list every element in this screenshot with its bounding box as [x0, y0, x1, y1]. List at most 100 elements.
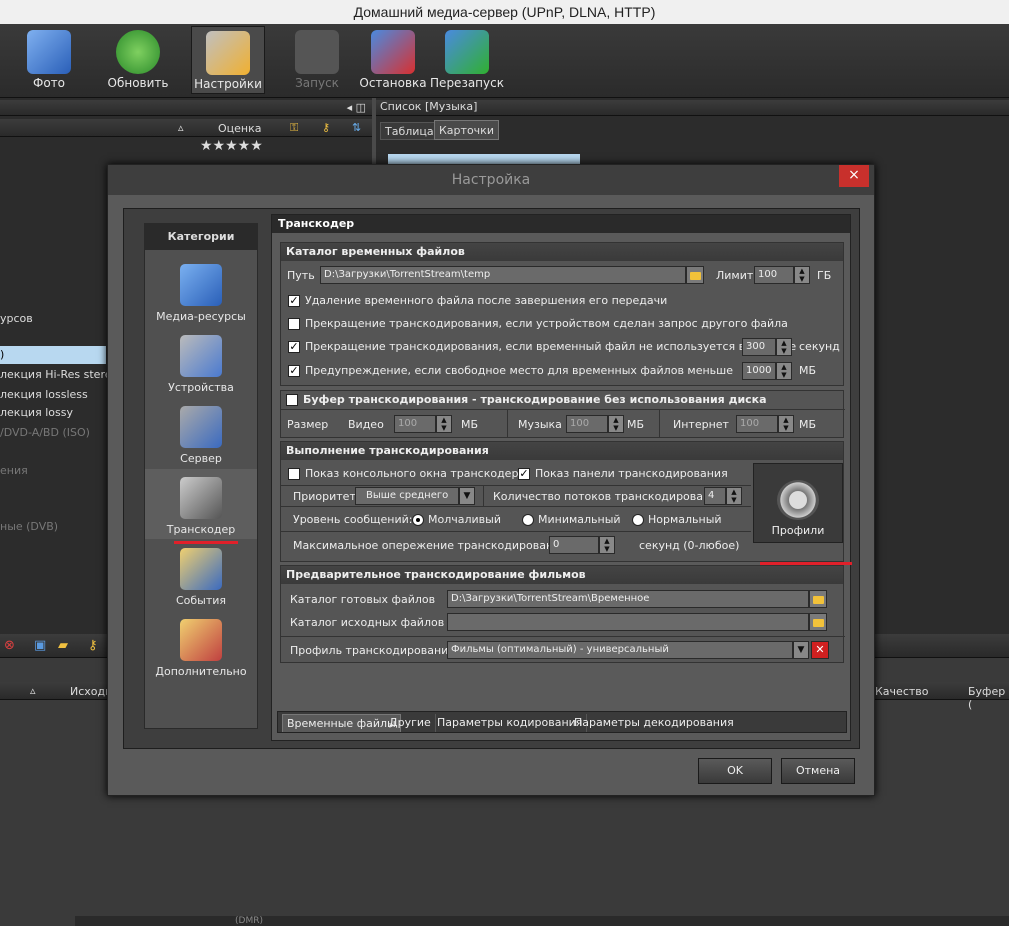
transcoder-settings: Транскодер Каталог временных файлов Путь… — [271, 214, 852, 741]
ready-files-label: Каталог готовых файлов — [290, 593, 436, 606]
sort-up-icon[interactable]: ▵ — [30, 684, 36, 697]
dialog-title: Настройка — [108, 165, 874, 195]
music-label: Музыка — [518, 418, 562, 431]
folder-icon[interactable] — [809, 590, 827, 608]
threads-input[interactable]: 4 — [704, 487, 726, 505]
column-quality[interactable]: Качество — [875, 685, 929, 698]
status-bar: (DMR) — [75, 916, 1009, 926]
low-space-warning-checkbox[interactable]: ✓ — [288, 365, 300, 377]
video-unit: МБ — [461, 418, 479, 431]
limit-input[interactable]: 100 — [754, 266, 794, 284]
sort-up-icon[interactable]: ▵ — [178, 121, 184, 134]
main-toolbar: Фото Обновить Настройки Запуск Остановка… — [0, 24, 1009, 98]
tab-decoding-params[interactable]: Параметры декодирования — [570, 714, 738, 732]
limit-spinner[interactable]: ▲ ▼ — [794, 266, 810, 284]
music-buffer-input[interactable]: 100 — [566, 415, 608, 433]
delete-temp-checkbox[interactable]: ✓ — [288, 295, 300, 307]
category-events[interactable]: События — [145, 540, 257, 610]
category-transcoder[interactable]: Транскодер — [145, 469, 257, 539]
chevron-down-icon[interactable]: ▼ — [459, 487, 475, 505]
stop-unused-checkbox[interactable]: ✓ — [288, 341, 300, 353]
max-ahead-input[interactable]: 0 — [549, 536, 599, 554]
category-devices[interactable]: Устройства — [145, 327, 257, 397]
stop-on-other-request-checkbox[interactable] — [288, 318, 300, 330]
delete-temp-label: Удаление временного файла после завершен… — [305, 294, 668, 307]
show-panel-label: Показ панели транскодирования — [535, 467, 728, 480]
tab-cards[interactable]: Карточки — [434, 120, 499, 140]
key-icon[interactable]: ⚿ — [290, 121, 298, 135]
show-console-checkbox[interactable] — [288, 468, 300, 480]
msg-normal-radio[interactable] — [632, 514, 644, 526]
music-buffer-spinner[interactable]: ▲ ▼ — [608, 415, 624, 433]
internet-buffer-spinner[interactable]: ▲ ▼ — [778, 415, 794, 433]
message-level-label: Уровень сообщений: — [293, 513, 413, 526]
list-item[interactable]: /DVD-A/BD (ISO) — [0, 424, 90, 442]
tab-temp-files[interactable]: Временные файлы — [282, 714, 401, 732]
low-space-spinner[interactable]: ▲ ▼ — [776, 362, 792, 380]
ok-button[interactable]: OK — [698, 758, 772, 784]
column-rating[interactable]: Оценка — [218, 122, 262, 135]
cancel-button[interactable]: Отмена — [781, 758, 855, 784]
low-space-mb-input[interactable]: 1000 — [742, 362, 776, 380]
max-ahead-spinner[interactable]: ▲ ▼ — [599, 536, 615, 554]
save-icon[interactable]: ▣ — [34, 638, 46, 653]
tab-encoding-params[interactable]: Параметры кодирования — [433, 714, 588, 732]
path-input[interactable]: D:\Загрузки\TorrentStream\temp — [320, 266, 686, 284]
video-buffer-input[interactable]: 100 — [394, 415, 436, 433]
show-panel-checkbox[interactable]: ✓ — [518, 468, 530, 480]
category-server[interactable]: Сервер — [145, 398, 257, 468]
lifebuoy-icon[interactable]: ⊗ — [4, 638, 15, 653]
category-media-resources[interactable]: Медиа-ресурсы — [145, 256, 257, 326]
nav-arrows-icon[interactable]: ◂ ◫ — [347, 101, 366, 114]
chevron-down-icon[interactable]: ▼ — [793, 641, 809, 659]
msg-minimal-label: Минимальный — [538, 513, 621, 526]
tab-other[interactable]: Другие — [385, 714, 436, 732]
key-icon[interactable]: ⚷ — [88, 638, 98, 653]
key-icon[interactable]: ⚷ — [322, 121, 330, 134]
section-title: Транскодер — [272, 215, 850, 233]
left-panel-nav: ◂ ◫ — [0, 100, 372, 116]
start-button[interactable]: Запуск — [280, 26, 354, 94]
profiles-button[interactable]: Профили — [753, 463, 843, 543]
video-buffer-spinner[interactable]: ▲ ▼ — [436, 415, 452, 433]
dialog-body: Категории Медиа-ресурсы Устройства Серве… — [123, 208, 860, 749]
list-item[interactable]: ные (DVB) — [0, 518, 58, 536]
folder-icon[interactable] — [686, 266, 704, 284]
stop-button[interactable]: Остановка — [356, 26, 430, 94]
buffer-checkbox[interactable] — [286, 394, 298, 406]
list-item[interactable]: лекция lossless — [0, 386, 88, 404]
mb-unit: МБ — [799, 364, 817, 377]
photo-button[interactable]: Фото — [12, 26, 86, 94]
internet-buffer-input[interactable]: 100 — [736, 415, 778, 433]
devices-icon — [180, 335, 222, 377]
list-item-selected[interactable]: ) — [0, 346, 106, 364]
rating-stars[interactable]: ★★★★★ — [200, 138, 263, 154]
list-item[interactable]: урсов — [0, 310, 33, 328]
category-additional[interactable]: Дополнительно — [145, 611, 257, 681]
list-item[interactable]: лекция Hi-Res stereo — [0, 366, 118, 384]
folder-icon[interactable]: ▰ — [58, 638, 68, 653]
stop-unused-seconds-input[interactable]: 300 — [742, 338, 776, 356]
msg-silent-radio[interactable] — [412, 514, 424, 526]
ready-files-input[interactable]: D:\Загрузки\TorrentStream\Временное — [447, 590, 809, 608]
priority-select[interactable]: Выше среднего — [355, 487, 459, 505]
list-item[interactable]: лекция lossy — [0, 404, 73, 422]
window-title: Домашний медиа-сервер (UPnP, DLNA, HTTP) — [0, 0, 1009, 24]
threads-spinner[interactable]: ▲ ▼ — [726, 487, 742, 505]
msg-minimal-radio[interactable] — [522, 514, 534, 526]
sort-icon[interactable]: ⇅ — [352, 121, 361, 134]
buffer-header: Буфер транскодирования - транскодировани… — [303, 393, 767, 406]
clear-profile-icon[interactable]: ✕ — [811, 641, 829, 659]
close-button[interactable]: × — [839, 165, 869, 187]
restart-button[interactable]: Перезапуск — [430, 26, 504, 94]
settings-button[interactable]: Настройки — [191, 26, 265, 94]
list-item[interactable]: ения — [0, 462, 28, 480]
source-files-input[interactable] — [447, 613, 809, 631]
transcode-profile-select[interactable]: Фильмы (оптимальный) - универсальный — [447, 641, 793, 659]
tab-table[interactable]: Таблица — [380, 122, 439, 140]
stop-unused-spinner[interactable]: ▲ ▼ — [776, 338, 792, 356]
column-buffer[interactable]: Буфер ( — [968, 685, 1009, 711]
folder-icon[interactable] — [809, 613, 827, 631]
refresh-button[interactable]: Обновить — [101, 26, 175, 94]
column-source[interactable]: Исходн — [70, 685, 112, 698]
